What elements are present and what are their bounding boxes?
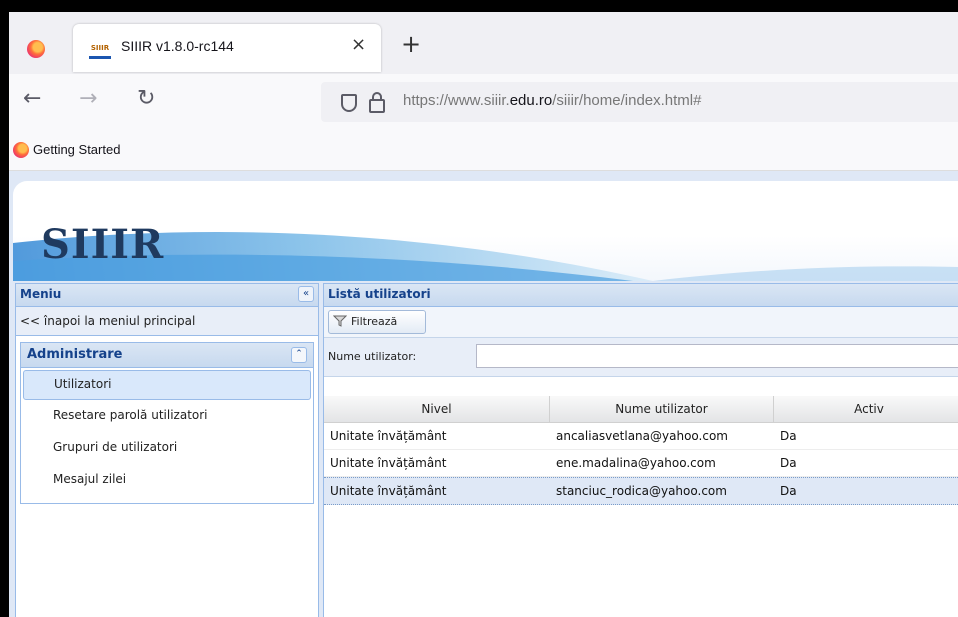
- cell-nivel: Unitate învățământ: [330, 456, 447, 470]
- grid-header: Nivel Nume utilizator Activ: [324, 396, 958, 423]
- collapse-section-icon[interactable]: ⌃: [291, 347, 307, 363]
- table-row[interactable]: Unitate învățământ stanciuc_rodica@yahoo…: [324, 477, 958, 505]
- username-filter-label: Nume utilizator:: [328, 350, 417, 363]
- siiir-favicon-icon: SIIIR: [89, 44, 111, 59]
- browser-window: SIIIR SIIIR v1.8.0-rc144 × + ← → ↻ https…: [9, 12, 958, 617]
- tracking-shield-icon[interactable]: [341, 94, 357, 112]
- column-header-nume-utilizator[interactable]: Nume utilizator: [550, 396, 774, 422]
- url-bar[interactable]: https://www.siiir.edu.ro/siiir/home/inde…: [321, 82, 958, 122]
- navigation-bar: ← → ↻ https://www.siiir.edu.ro/siiir/hom…: [9, 74, 958, 130]
- username-filter-input[interactable]: [476, 344, 958, 368]
- firefox-bookmark-icon: [13, 142, 29, 158]
- cell-nume-utilizator: ene.madalina@yahoo.com: [556, 456, 716, 470]
- menu-title: Meniu: [20, 287, 62, 301]
- lock-icon[interactable]: [369, 92, 385, 113]
- menu-item-label: Utilizatori: [54, 377, 112, 391]
- menu-item-grupuri[interactable]: Grupuri de utilizatori: [21, 432, 313, 464]
- app-header: SIIIR: [13, 181, 958, 281]
- cell-nume-utilizator: stanciuc_rodica@yahoo.com: [556, 484, 727, 498]
- menu-item-label: Mesajul zilei: [53, 472, 127, 486]
- menu-item-mesajul-zilei[interactable]: Mesajul zilei: [21, 464, 313, 496]
- list-toolbar: Filtrează: [324, 307, 958, 338]
- bookmarks-bar: Getting Started: [9, 130, 958, 171]
- table-row[interactable]: Unitate învățământ ene.madalina@yahoo.co…: [324, 450, 958, 477]
- cell-activ: Da: [780, 456, 797, 470]
- admin-section-title: Administrare: [27, 347, 123, 362]
- cell-nume-utilizator: ancaliasvetlana@yahoo.com: [556, 429, 728, 443]
- tab-close-icon[interactable]: ×: [351, 34, 366, 55]
- column-header-nivel[interactable]: Nivel: [324, 396, 550, 422]
- forward-arrow-icon[interactable]: →: [79, 86, 97, 111]
- reload-icon[interactable]: ↻: [137, 86, 155, 111]
- collapse-menu-icon[interactable]: «: [298, 286, 314, 302]
- url-text[interactable]: https://www.siiir.edu.ro/siiir/home/inde…: [403, 92, 701, 109]
- cell-activ: Da: [780, 484, 797, 498]
- back-arrow-icon[interactable]: ←: [23, 86, 41, 111]
- admin-section: Administrare ⌃ Utilizatori Resetare paro…: [20, 342, 314, 504]
- menu-panel-header: Meniu «: [16, 284, 318, 307]
- firefox-logo-icon[interactable]: [27, 40, 45, 58]
- menu-item-label: Grupuri de utilizatori: [53, 440, 178, 454]
- siiir-logo: SIIIR: [41, 221, 165, 268]
- table-row[interactable]: Unitate învățământ ancaliasvetlana@yahoo…: [324, 423, 958, 450]
- menu-item-utilizatori[interactable]: Utilizatori: [23, 370, 311, 400]
- tab-title: SIIIR v1.8.0-rc144: [121, 38, 234, 54]
- cell-activ: Da: [780, 429, 797, 443]
- menu-panel: Meniu « << înapoi la meniul principal Ad…: [15, 283, 319, 617]
- menu-item-resetare-parola[interactable]: Resetare parolă utilizatori: [21, 400, 313, 432]
- browser-tab[interactable]: SIIIR SIIIR v1.8.0-rc144 ×: [73, 24, 381, 72]
- list-title: Listă utilizatori: [328, 287, 431, 301]
- filter-row: Nume utilizator:: [324, 338, 958, 377]
- list-panel-header: Listă utilizatori: [324, 284, 958, 307]
- user-list-panel: Listă utilizatori Filtrează Nume utiliza…: [323, 283, 958, 617]
- new-tab-button[interactable]: +: [401, 30, 421, 58]
- back-link-label: << înapoi la meniul principal: [20, 314, 196, 328]
- admin-section-header[interactable]: Administrare ⌃: [21, 343, 313, 368]
- users-grid: Nivel Nume utilizator Activ Unitate învă…: [324, 396, 958, 505]
- menu-item-label: Resetare parolă utilizatori: [53, 408, 208, 422]
- cell-nivel: Unitate învățământ: [330, 484, 447, 498]
- column-header-activ[interactable]: Activ: [774, 396, 958, 422]
- page-content: SIIIR Meniu « << înapoi la meniul princi…: [9, 171, 958, 617]
- bookmark-getting-started[interactable]: Getting Started: [33, 142, 120, 157]
- back-to-main-menu-link[interactable]: << înapoi la meniul principal: [16, 307, 318, 336]
- filter-button[interactable]: Filtrează: [328, 310, 426, 334]
- background-bar: [770, 0, 780, 12]
- cell-nivel: Unitate învățământ: [330, 429, 447, 443]
- filter-button-label: Filtrează: [351, 315, 398, 328]
- funnel-icon: [332, 314, 348, 328]
- tab-strip: SIIIR SIIIR v1.8.0-rc144 × +: [9, 12, 958, 74]
